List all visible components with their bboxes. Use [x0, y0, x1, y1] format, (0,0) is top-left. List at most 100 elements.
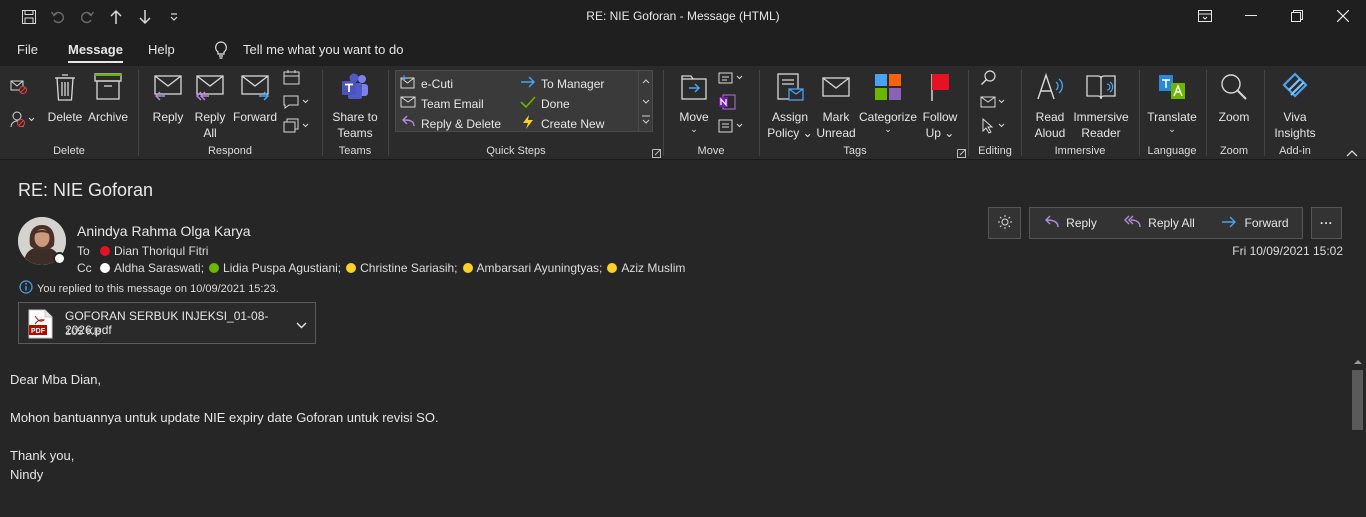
related-button[interactable] [980, 94, 1008, 113]
quick-step-reply-delete[interactable]: Reply & Delete [400, 115, 501, 132]
window-title: RE: NIE Goforan - Message (HTML) [586, 9, 780, 23]
ribbon-display-options-icon[interactable] [1182, 0, 1228, 32]
related-mail-icon [980, 94, 1008, 113]
delete-label: Delete [47, 110, 83, 124]
message-date: Fri 10/09/2021 15:02 [1232, 244, 1343, 258]
actions-button[interactable] [718, 118, 746, 137]
recipient[interactable]: Dian Thoriqul Fitri [100, 244, 208, 258]
recipient-name: Aziz Muslim [621, 261, 686, 275]
reply-all-button[interactable]: Reply All [1110, 207, 1209, 239]
group-separator [663, 70, 664, 156]
attachment-name: GOFORAN SERBUK INJEKSI_01-08-2026.pdf [65, 309, 269, 337]
more-actions-button[interactable]: ... [1311, 207, 1342, 239]
select-button[interactable] [980, 117, 1008, 137]
next-item-icon[interactable] [134, 6, 156, 28]
menu-bar: File Message Help Tell me what you want … [0, 34, 1366, 66]
chevron-down-icon[interactable] [296, 318, 307, 332]
minimize-icon[interactable] [1228, 0, 1274, 32]
zoom-button[interactable]: Zoom [1213, 72, 1255, 125]
quick-step-done[interactable]: Done [520, 95, 570, 112]
group-label-quick-steps: Quick Steps [486, 145, 546, 157]
quick-step-to-manager[interactable]: To Manager [520, 75, 604, 92]
info-text: You replied to this message on 10/09/202… [37, 282, 279, 295]
scrollbar-thumb[interactable] [1352, 370, 1363, 430]
title-bar: RE: NIE Goforan - Message (HTML) [0, 0, 1366, 34]
viva-insights-button[interactable]: Viva Insights [1270, 72, 1320, 141]
restore-icon[interactable] [1274, 0, 1320, 32]
tab-help[interactable]: Help [148, 42, 175, 57]
sender-name[interactable]: Anindya Rahma Olga Karya [77, 223, 251, 239]
translate-button[interactable]: Translate ⌄ [1146, 72, 1198, 134]
undo-icon[interactable] [47, 6, 69, 28]
group-label-teams: Teams [338, 145, 372, 157]
cc-label: Cc [77, 261, 92, 275]
mark-unread-button[interactable]: Mark Unread [816, 72, 856, 141]
immersive-reader-button[interactable]: Immersive Reader [1071, 72, 1131, 141]
policy-icon [775, 72, 805, 109]
viva-insights-icon [1280, 72, 1310, 109]
tab-file[interactable]: File [17, 42, 38, 57]
customize-toolbar-icon[interactable] [163, 6, 185, 28]
recipient[interactable]: Aziz Muslim [607, 261, 685, 275]
lightbulb-icon [214, 41, 228, 62]
message-body[interactable]: Dear Mba Dian, Mohon bantuannya untuk up… [10, 370, 439, 484]
read-aloud-button[interactable]: Read Aloud [1030, 72, 1070, 141]
theme-toggle-button[interactable] [988, 207, 1021, 239]
recipient[interactable]: Christine Sariasih; [346, 261, 458, 275]
attachment-card[interactable]: PDF GOFORAN SERBUK INJEKSI_01-08-2026.pd… [18, 302, 316, 344]
quick-steps-scroll[interactable] [638, 71, 652, 131]
group-label-zoom: Zoom [1219, 145, 1249, 157]
reply-button[interactable]: Reply [150, 72, 186, 125]
ignore-icon [10, 78, 28, 97]
quick-step-team-email[interactable]: Team Email [400, 95, 484, 112]
recipient[interactable]: Ambarsari Ayuningtyas; [462, 261, 602, 275]
close-icon[interactable] [1320, 0, 1366, 32]
group-separator [322, 70, 323, 156]
recipient[interactable]: Aldha Saraswati; [100, 261, 204, 275]
quick-step-e-cuti[interactable]: e-Cuti [400, 75, 453, 92]
cc-line: Cc Aldha Saraswati; Lidia Puspa Agustian… [77, 261, 690, 275]
recipient-name: Christine Sariasih; [360, 261, 458, 275]
to-line: To Dian Thoriqul Fitri [77, 244, 213, 258]
group-label-move: Move [697, 145, 725, 157]
redo-icon[interactable] [76, 6, 98, 28]
tell-me-search[interactable]: Tell me what you want to do [243, 42, 403, 57]
previous-item-icon[interactable] [105, 6, 127, 28]
junk-button[interactable] [10, 110, 36, 131]
recipient[interactable]: Lidia Puspa Agustiani; [209, 261, 341, 275]
archive-button[interactable]: Archive [86, 72, 130, 125]
tab-message[interactable]: Message [68, 42, 123, 63]
share-to-teams-button[interactable]: Share to Teams [330, 72, 380, 141]
move-button[interactable]: Move ⌄ [676, 72, 712, 134]
ignore-button[interactable] [10, 78, 28, 97]
categorize-button[interactable]: Categorize ⌄ [859, 72, 917, 134]
im-reply-button[interactable] [283, 94, 311, 113]
actions-icon [718, 118, 746, 137]
rules-button[interactable] [718, 70, 746, 89]
forward-button[interactable]: Forward [232, 72, 278, 125]
mail-icon [400, 95, 416, 112]
group-separator [388, 70, 389, 156]
delete-button[interactable]: Delete [46, 72, 84, 125]
save-icon[interactable] [18, 6, 40, 28]
tags-launcher-icon[interactable] [957, 147, 966, 161]
find-button[interactable] [980, 70, 998, 89]
onenote-button[interactable] [718, 94, 736, 113]
reply-button[interactable]: Reply [1029, 207, 1111, 239]
reply-icon [1043, 215, 1059, 232]
forward-button[interactable]: Forward [1208, 207, 1303, 239]
more-respond-button[interactable] [283, 118, 311, 137]
message-subject: RE: NIE Goforan [18, 180, 154, 200]
follow-up-button[interactable]: Follow Up ⌄ [920, 72, 960, 141]
quick-step-create-new[interactable]: Create New [520, 115, 604, 132]
collapse-ribbon-icon[interactable] [1346, 146, 1358, 160]
group-label-tags: Tags [843, 145, 867, 157]
assign-policy-button[interactable]: Assign Policy ⌄ [766, 72, 814, 141]
group-separator [138, 70, 139, 156]
teams-icon [340, 72, 370, 109]
reply-all-button[interactable]: Reply All [192, 72, 228, 141]
quick-step-label: Done [541, 96, 570, 111]
group-separator [1139, 70, 1140, 156]
meeting-reply-button[interactable] [283, 70, 301, 89]
quick-steps-launcher-icon[interactable] [652, 147, 661, 161]
